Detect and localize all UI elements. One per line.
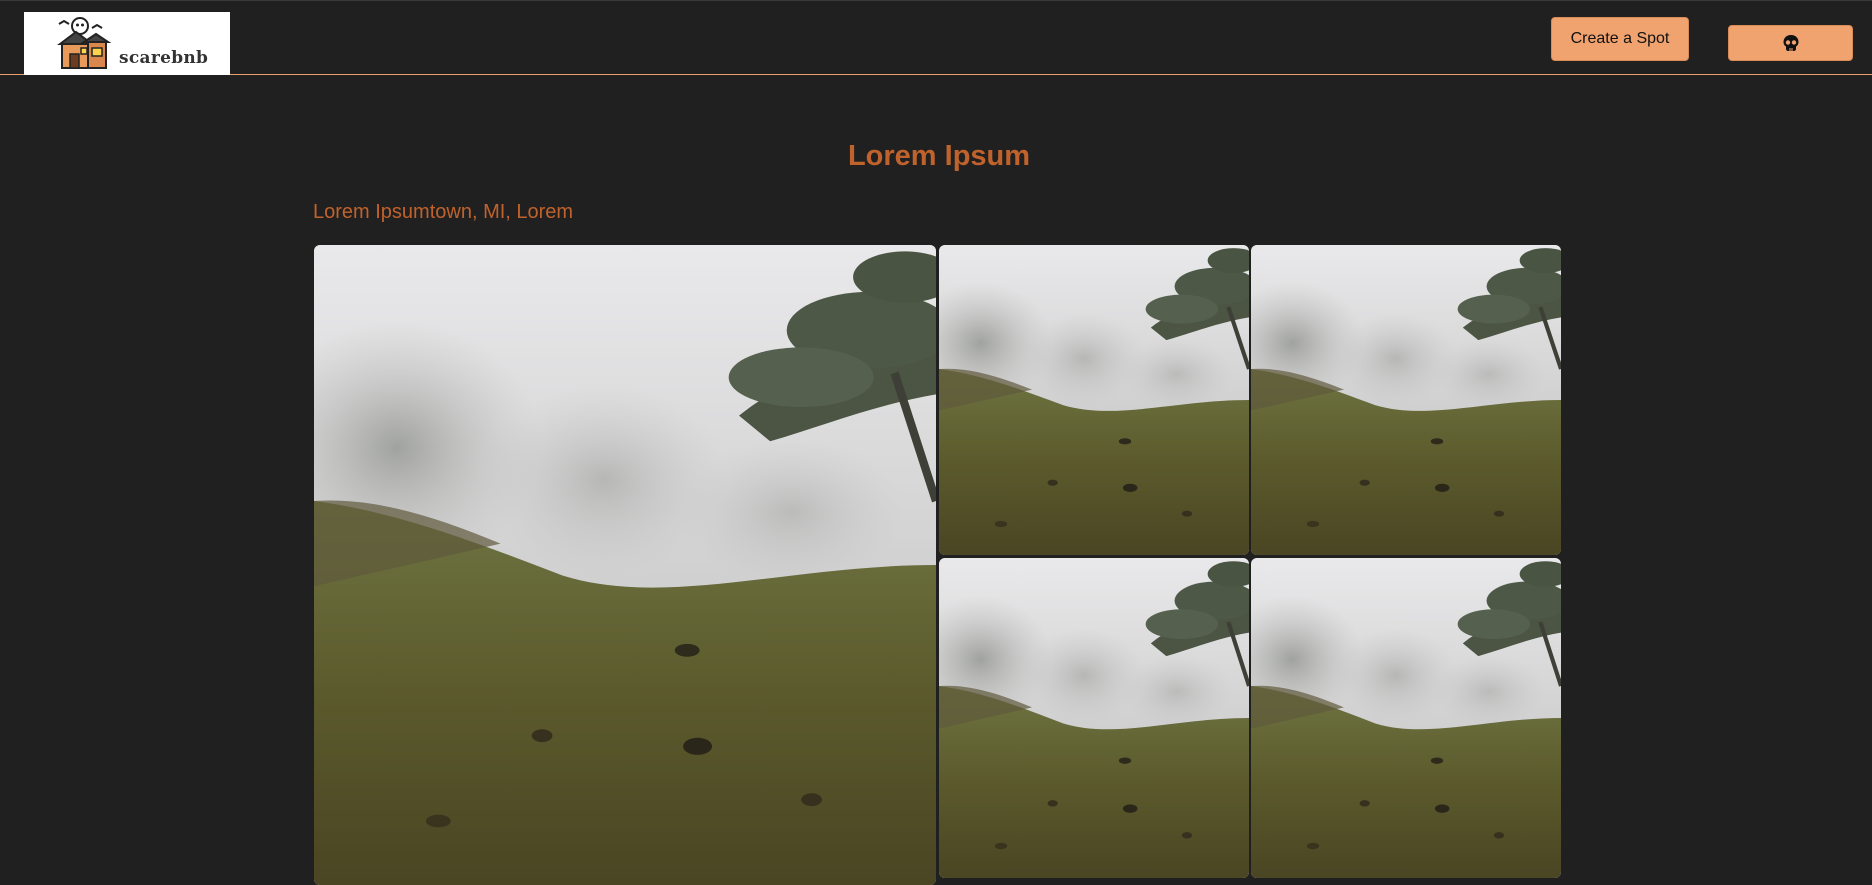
foggy-hillside-image [314,245,936,885]
create-spot-button[interactable]: Create a Spot [1551,17,1689,61]
skull-icon [1783,35,1798,51]
logo-text: scarebnb [119,48,209,68]
gallery-image-1[interactable] [939,245,1249,555]
haunted-house-icon [57,17,112,69]
foggy-hillside-image [939,245,1249,555]
gallery-main-image[interactable] [314,245,936,885]
gallery-image-4[interactable] [1251,558,1561,878]
gallery-image-2[interactable] [1251,245,1561,555]
foggy-hillside-image [1251,245,1561,555]
top-navigation-bar: scarebnb Create a Spot [0,0,1872,75]
foggy-hillside-image [939,558,1249,878]
profile-menu-button[interactable] [1728,25,1853,61]
spot-location: Lorem Ipsumtown, MI, Lorem [313,201,574,223]
gallery-image-3[interactable] [939,558,1249,878]
foggy-hillside-image [1251,558,1561,878]
scarebnb-logo[interactable]: scarebnb [24,12,230,75]
spot-title: Lorem Ipsum [847,140,1031,172]
